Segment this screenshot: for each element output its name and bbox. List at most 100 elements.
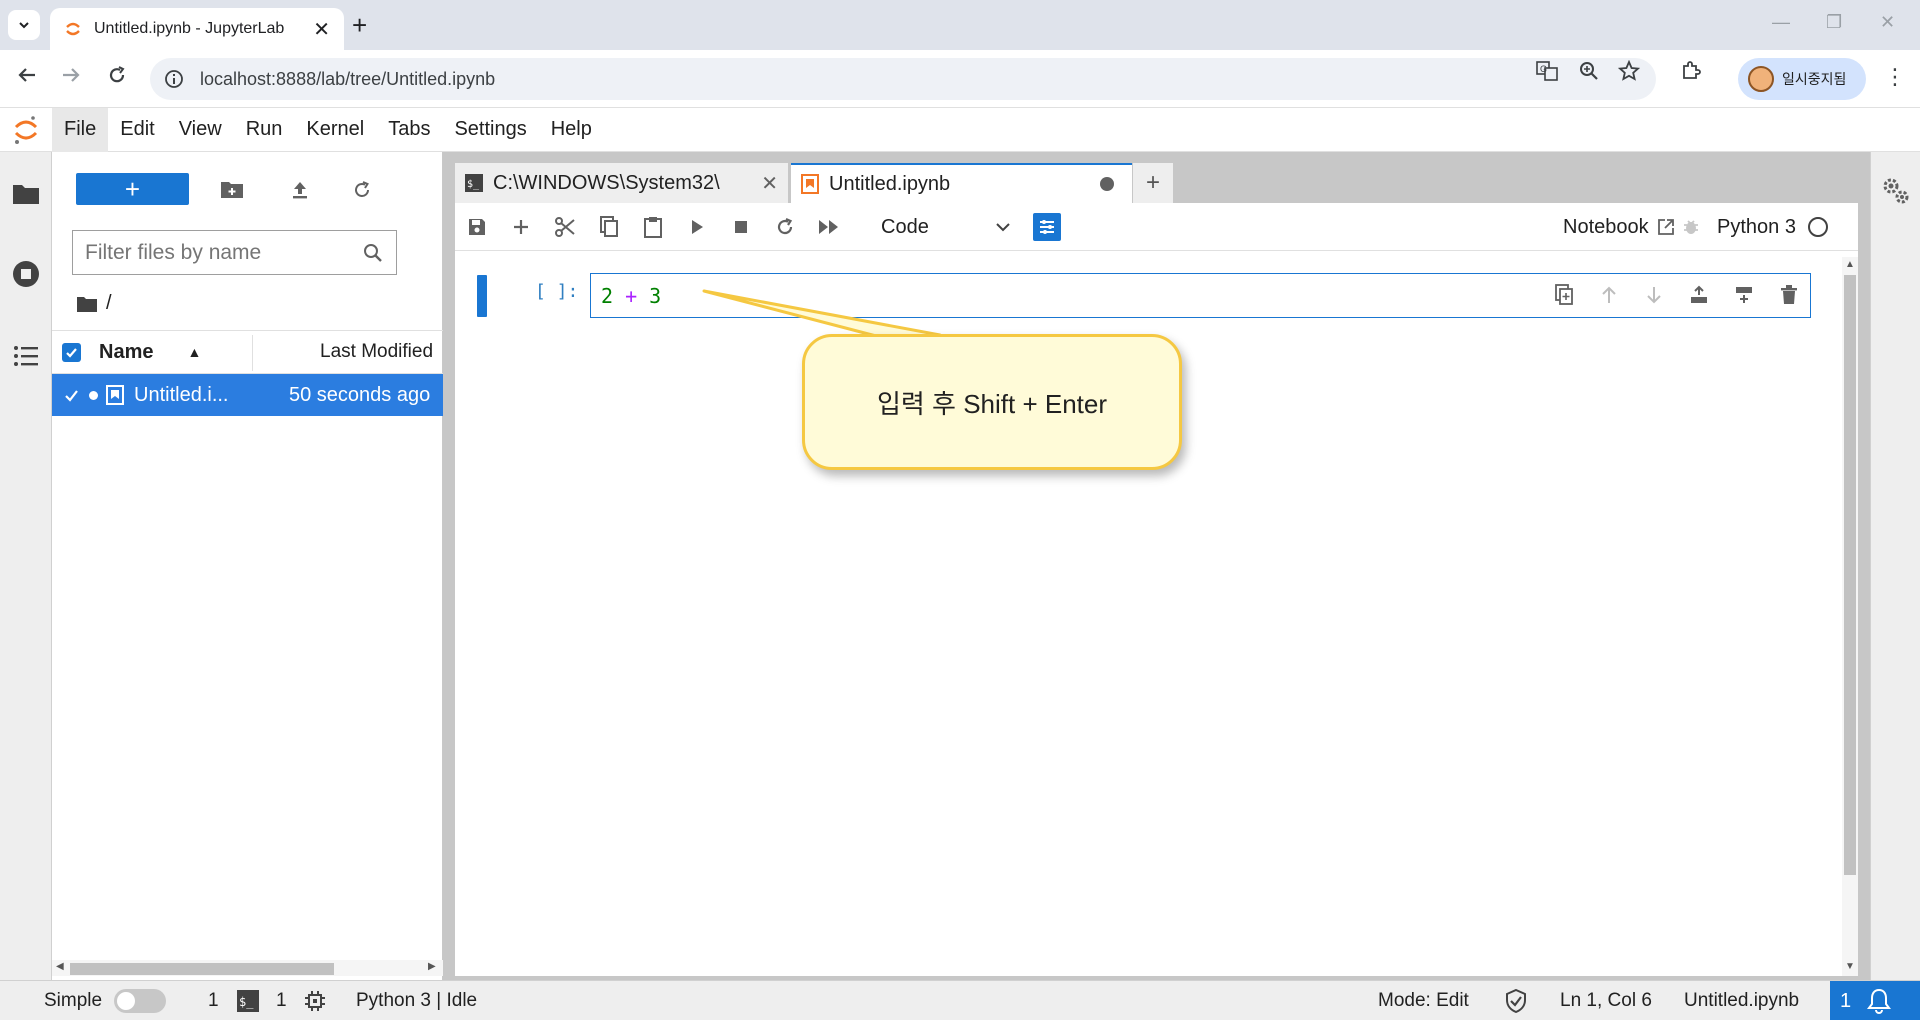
restore-icon[interactable]: ❐ [1826,12,1842,33]
breadcrumb-root[interactable]: / [106,292,112,315]
open-in-notebook-button[interactable]: Notebook [1563,213,1675,241]
sort-ascending-icon[interactable]: ▲ [187,344,201,360]
shield-check-icon[interactable] [1505,981,1527,1020]
new-tab-button[interactable]: + [352,12,367,38]
zoom-icon[interactable] [1578,60,1600,88]
simple-mode-toggle[interactable] [114,981,166,1020]
notebook-icon [801,174,819,194]
scroll-down-icon[interactable]: ▼ [1845,961,1855,972]
cell-collapser[interactable] [477,275,487,317]
menu-kernel[interactable]: Kernel [294,108,376,152]
site-info-icon[interactable] [164,69,184,89]
menu-file[interactable]: File [52,107,109,152]
scroll-left-icon[interactable]: ◀ [56,961,64,972]
menu-help[interactable]: Help [539,108,604,152]
file-row[interactable]: Untitled.i... 50 seconds ago [52,374,443,416]
terminal-status-icon[interactable]: $_ [237,981,259,1020]
menu-settings[interactable]: Settings [442,108,538,152]
fast-forward-icon[interactable] [815,213,843,241]
paste-icon[interactable] [639,213,667,241]
check-icon[interactable] [64,388,79,403]
terminals-count[interactable]: 1 [208,981,219,1020]
scroll-up-icon[interactable]: ▲ [1845,259,1855,270]
reload-icon [109,66,125,83]
edit-mode-status: Mode: Edit [1378,990,1469,1011]
cut-icon[interactable] [551,213,579,241]
notifications-button[interactable]: 1 [1830,981,1920,1020]
jupyter-favicon-icon [66,22,80,36]
debugger-icon[interactable] [1677,213,1705,241]
menu-run[interactable]: Run [234,108,295,152]
reload-button[interactable] [106,64,128,93]
save-icon[interactable] [463,213,491,241]
browser-tab-active[interactable]: Untitled.ipynb - JupyterLab ✕ [50,8,344,50]
browser-tab-title: Untitled.ipynb - JupyterLab [94,20,285,37]
menu-view[interactable]: View [167,108,234,152]
column-name-header[interactable]: Name [99,341,153,364]
folder-home-icon[interactable] [76,295,98,313]
insert-cell-icon[interactable] [507,213,535,241]
cell-type-select[interactable]: Code [881,213,1011,241]
column-divider[interactable] [252,335,253,371]
restart-kernel-icon[interactable] [771,213,799,241]
scroll-right-icon[interactable]: ▶ [428,961,436,972]
cursor-position[interactable]: Ln 1, Col 6 [1560,981,1652,1020]
cell-type-value: Code [881,215,929,238]
profile-button[interactable]: 일시중지됨 [1738,58,1866,100]
insert-above-icon[interactable] [1676,278,1721,312]
kernels-count[interactable]: 1 [276,981,287,1020]
profile-name: 일시중지됨 [1782,71,1847,87]
add-tab-button[interactable]: + [1133,163,1173,203]
notebook-file-icon [106,385,124,405]
external-link-icon [1657,219,1674,235]
duplicate-cell-icon[interactable] [1541,278,1586,312]
tab-terminal[interactable]: $_ C:\WINDOWS\System32\ ✕ [455,163,788,203]
minimize-icon[interactable]: — [1772,12,1790,33]
menu-edit[interactable]: Edit [108,108,166,152]
translate-icon[interactable]: G [1536,60,1558,88]
back-button[interactable] [16,64,38,93]
tab-notebook[interactable]: Untitled.ipynb [791,163,1132,203]
close-window-icon[interactable]: ✕ [1880,12,1895,33]
unsaved-dot-icon[interactable] [1100,177,1114,191]
close-tab-icon[interactable]: ✕ [761,171,778,196]
new-launcher-button[interactable]: + [76,173,189,205]
bookmark-star-icon[interactable] [1617,59,1641,88]
kernel-status[interactable]: Python 3 | Idle [356,981,477,1020]
extensions-icon[interactable] [1680,60,1702,88]
upload-icon[interactable] [286,176,314,204]
running-indicator [89,390,98,400]
refresh-icon[interactable] [348,176,376,204]
folder-icon[interactable] [10,178,42,210]
new-folder-icon[interactable] [218,176,246,204]
menu-tabs[interactable]: Tabs [376,108,442,152]
move-down-icon[interactable] [1631,278,1676,312]
filter-files-input[interactable] [85,240,362,265]
scrollbar-thumb[interactable] [1844,275,1856,875]
tab-search-button[interactable] [8,10,40,40]
select-all-checkbox[interactable] [62,342,81,362]
omnibox[interactable]: localhost:8888/lab/tree/Untitled.ipynb [150,58,1656,100]
move-up-icon[interactable] [1586,278,1631,312]
insert-below-icon[interactable] [1721,278,1766,312]
stop-kernel-icon[interactable] [727,213,755,241]
file-list-scrollbar[interactable]: ◀ ▶ [52,960,443,976]
run-cell-icon[interactable] [683,213,711,241]
browser-menu-icon[interactable]: ⋮ [1884,64,1906,90]
property-inspector-icon[interactable] [1033,213,1061,241]
property-inspector-gears-icon[interactable] [1881,176,1911,211]
table-of-contents-icon[interactable] [10,340,42,372]
url-text[interactable]: localhost:8888/lab/tree/Untitled.ipynb [200,69,495,90]
address-toolbar: localhost:8888/lab/tree/Untitled.ipynb G… [0,50,1920,108]
forward-button[interactable] [60,64,82,93]
column-last-modified-header[interactable]: Last Modified [320,341,433,363]
kernel-name-button[interactable]: Python 3 [1717,213,1828,241]
scrollbar-thumb[interactable] [70,963,334,975]
copy-icon[interactable] [595,213,623,241]
filter-files-field[interactable] [72,230,397,275]
notebook-scrollbar[interactable]: ▲ ▼ [1842,257,1858,976]
close-tab-icon[interactable]: ✕ [313,17,330,42]
delete-cell-icon[interactable] [1766,278,1811,312]
kernel-chip-icon[interactable] [304,981,326,1020]
running-sessions-icon[interactable] [10,258,42,290]
